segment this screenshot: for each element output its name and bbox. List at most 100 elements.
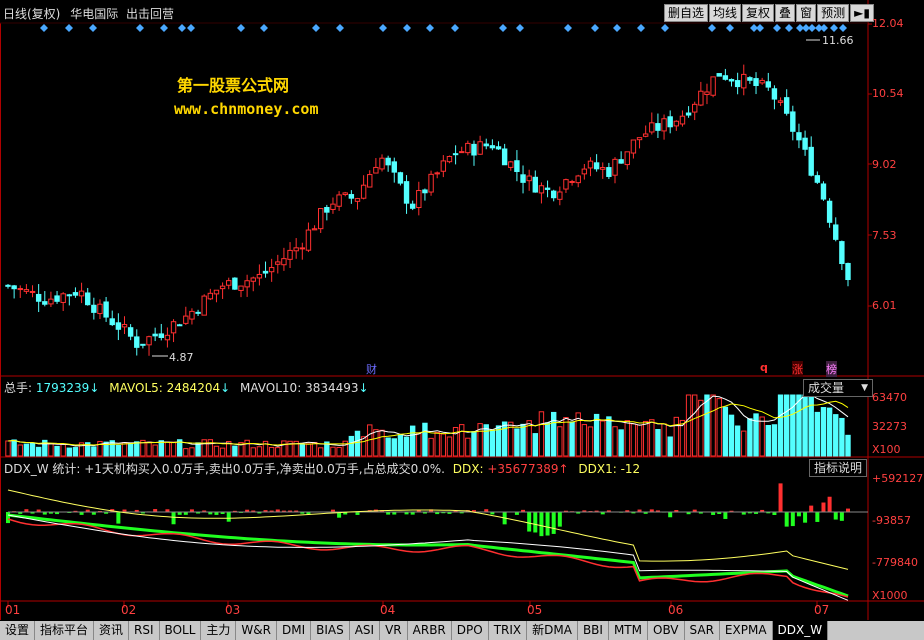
info-diamond-icon [136,24,144,32]
candle-body [5,284,11,287]
bang-marker[interactable]: 榜 [826,361,837,377]
candle-body [66,294,73,297]
tab-w-r[interactable]: W&R [236,621,277,640]
ddx-stats: DDX_W 统计: +1天机构买入0.0万手,卖出0.0万手,净卖出0.0万手,… [4,462,445,476]
q-marker[interactable]: q [760,361,768,374]
expand-icon[interactable]: ►▮ [850,4,874,22]
volume-bar [802,394,808,457]
tab-设置[interactable]: 设置 [0,621,36,640]
candle-body [692,103,698,113]
tab-主力[interactable]: 主力 [201,621,237,640]
mavol5-line [7,394,849,447]
candle-body [48,298,54,305]
tab-boll[interactable]: BOLL [160,621,202,640]
ddx-bar [790,512,795,527]
candle-body [495,146,502,150]
candle-body [42,301,48,305]
volume-bar [311,441,318,457]
ddx-label: DDX: [452,462,484,476]
candle-body [121,324,128,328]
volume-bar [23,443,30,457]
window-button[interactable]: 窗 [796,4,817,22]
candle-body [201,295,207,316]
watermark-title: 第一股票公式网 [177,76,290,95]
volume-bar [60,443,66,457]
candle-body [728,78,735,82]
candle-body [783,97,790,114]
ddx-ribbon-line [7,518,849,598]
period-label[interactable]: 日线(复权) [3,7,60,21]
info-diamond-icon [830,24,838,32]
watermark-url: www.chnmoney.com [174,100,319,118]
candle-body [452,153,459,156]
tab-ddx-w[interactable]: DDX_W [772,621,829,640]
mode-label[interactable]: 出击回营 [126,7,174,21]
tab-dmi[interactable]: DMI [277,621,312,640]
tab-bbi[interactable]: BBI [578,621,609,640]
tab-sar[interactable]: SAR [685,621,720,640]
tab-expma[interactable]: EXPMA [720,621,773,640]
volume-bar [839,417,845,457]
indicator-help-button[interactable]: 指标说明 [809,459,868,477]
volume-bar [121,442,128,457]
info-diamond-icon [756,24,764,32]
tab-vr[interactable]: VR [380,621,408,640]
tab-指标平台[interactable]: 指标平台 [35,621,95,640]
candle-body [262,270,269,274]
volume-bar [569,421,575,457]
volume-bar [618,429,624,457]
tab-obv[interactable]: OBV [648,621,685,640]
overlay-button[interactable]: 叠 [775,4,796,22]
candle-body [164,334,171,341]
tab-新dma[interactable]: 新DMA [527,621,578,640]
candle-body [777,100,784,103]
candle-body [759,79,765,84]
forecast-button[interactable]: 预测 [817,4,850,22]
volume-bar [734,425,741,457]
candle-body [508,161,514,168]
tab-arbr[interactable]: ARBR [408,621,452,640]
volume-bar [305,443,312,457]
volume-bar [630,423,637,457]
volume-bar [11,439,17,457]
volume-bar [661,423,667,457]
candle-body [796,132,802,141]
tab-资讯[interactable]: 资讯 [94,621,130,640]
finance-marker[interactable]: 财 [366,361,377,377]
volume-bar [373,429,379,457]
zhang-marker[interactable]: 涨 [792,361,803,377]
info-diamond-icon [379,24,387,32]
candle-body [379,157,385,170]
adjust-button[interactable]: 复权 [742,4,775,22]
tab-rsi[interactable]: RSI [129,621,160,640]
volume-bar [54,445,60,457]
volume-bar [385,437,391,457]
tab-mtm[interactable]: MTM [609,621,648,640]
indicator-selector[interactable]: 成交量 ▼ [803,379,873,397]
candle-body [342,192,348,195]
volume-bar [765,425,771,457]
total-value: 1793239 [35,381,90,395]
chart-canvas[interactable] [0,0,924,640]
candle-body [557,191,563,200]
ddx-bar [723,512,728,519]
candle-body [91,304,97,313]
candle-body [293,247,299,252]
ddx-info-bar: DDX_W 统计: +1天机构买入0.0万手,卖出0.0万手,净卖出0.0万手,… [4,460,640,477]
tab-asi[interactable]: ASI [350,621,381,640]
candle-body [318,208,324,230]
candle-body [734,80,741,88]
candle-body [109,318,115,326]
ddx-unit: X1000 [872,589,908,602]
volume-bar [158,440,164,457]
moving-average-button[interactable]: 均线 [709,4,742,22]
volume-tick: 32273 [872,420,907,433]
candle-body [501,148,508,166]
tab-dpo[interactable]: DPO [452,621,489,640]
info-diamond-icon [773,24,781,32]
remove-watchlist-button[interactable]: 删自选 [664,4,709,22]
tab-bias[interactable]: BIAS [311,621,350,640]
volume-bar [391,438,397,457]
volume-bar [232,445,238,457]
tab-trix[interactable]: TRIX [489,621,528,640]
